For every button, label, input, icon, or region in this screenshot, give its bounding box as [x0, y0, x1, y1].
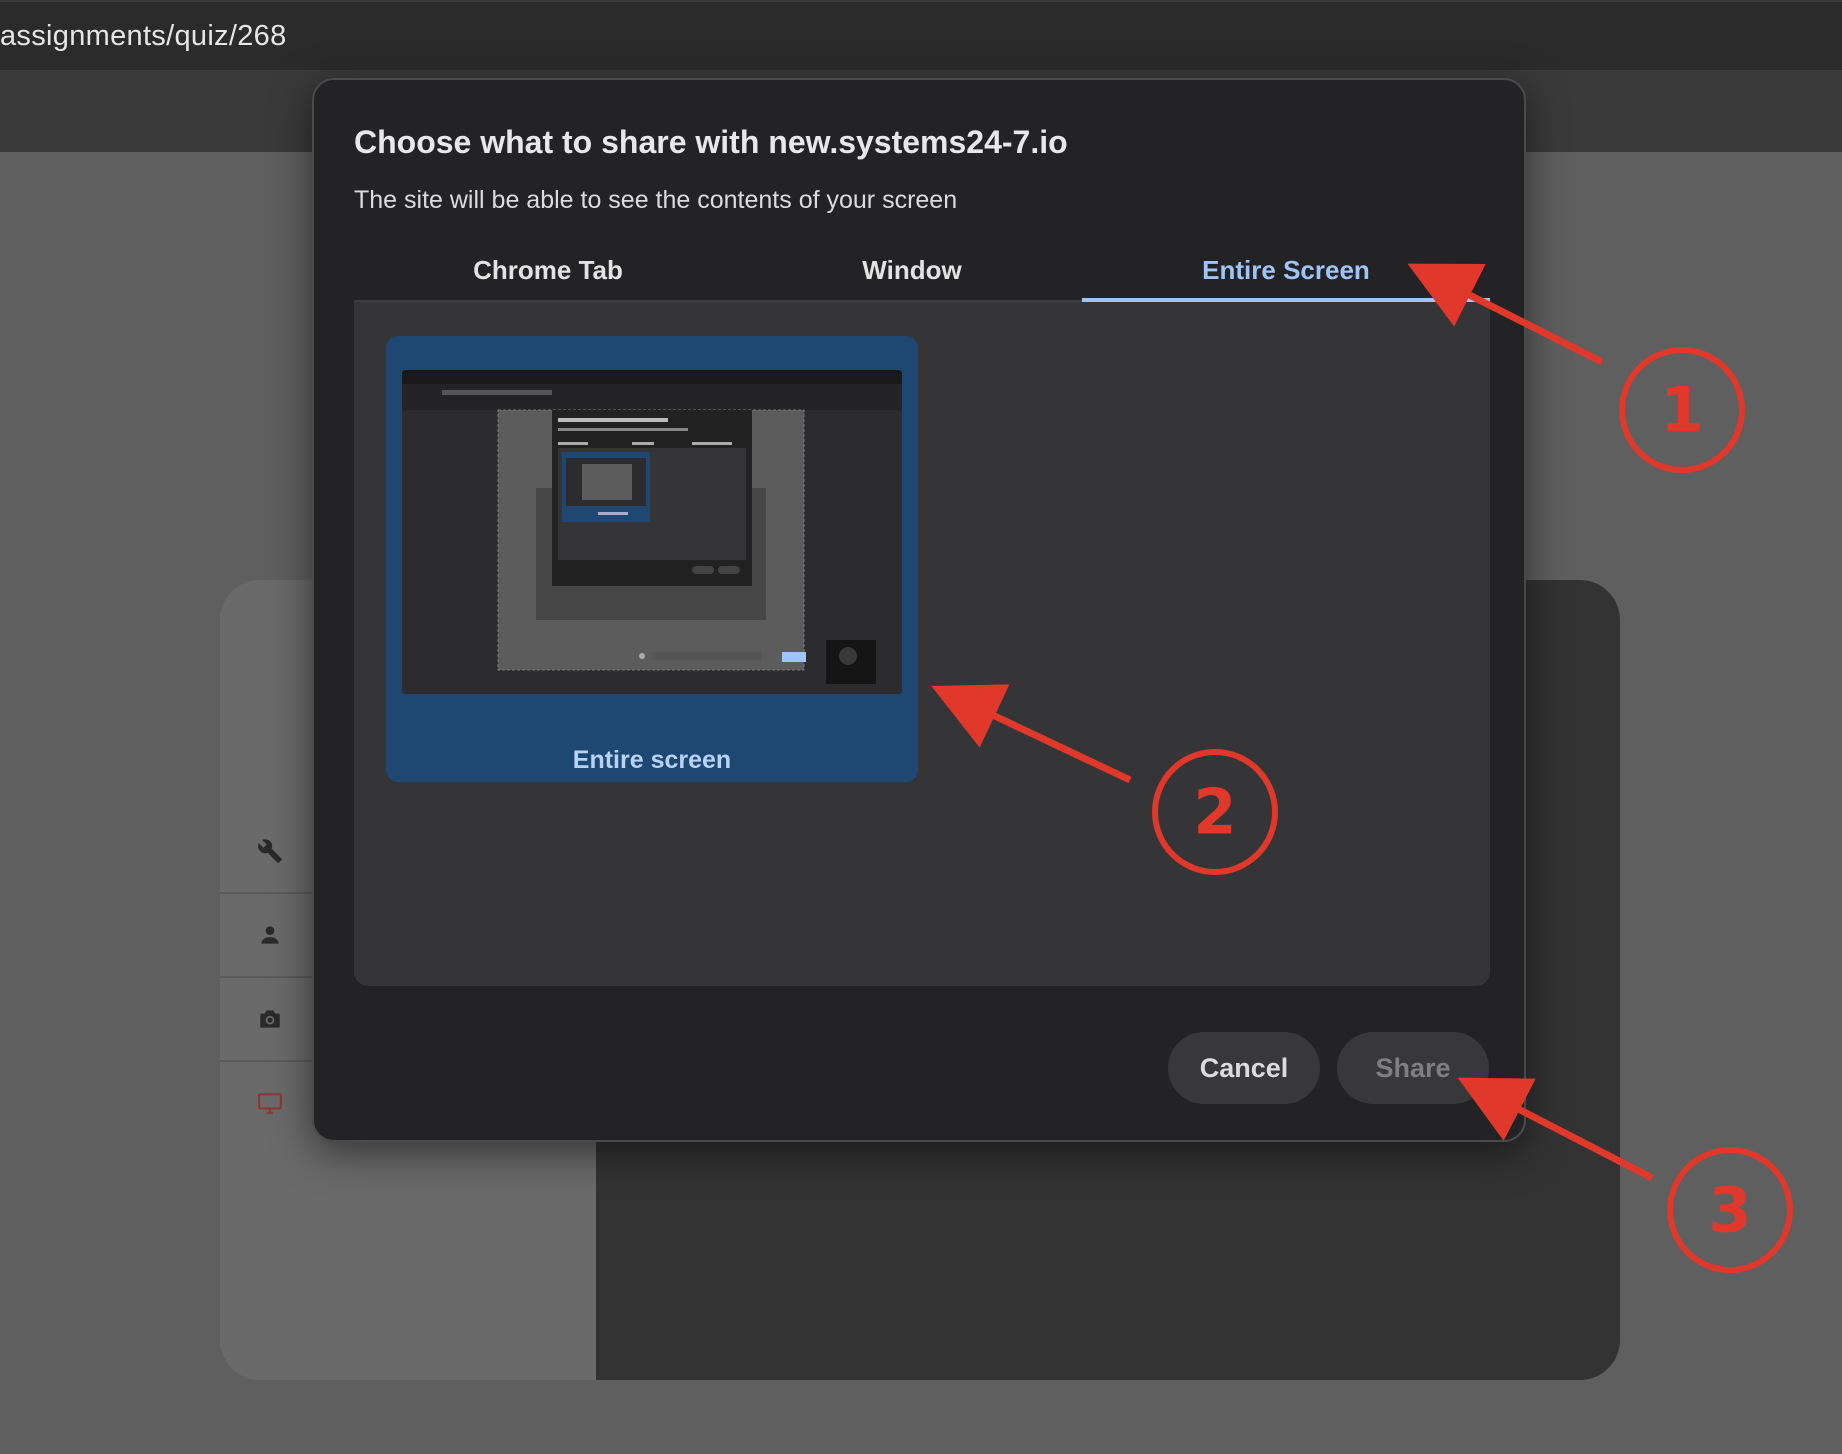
share-type-tabs: Chrome Tab Window Entire Screen [354, 240, 1490, 302]
share-screen-dialog: Choose what to share with new.systems24-… [312, 78, 1526, 1142]
sidebar-item-camera[interactable] [220, 978, 320, 1062]
tab-window[interactable]: Window [742, 240, 1082, 300]
camera-icon [260, 1010, 280, 1028]
monitor-icon [258, 1093, 282, 1114]
entire-screen-source-card[interactable]: Entire screen [386, 336, 918, 782]
annotation-number-3: 3 [1708, 1173, 1752, 1247]
source-list-panel: Entire screen [354, 302, 1490, 986]
source-label: Entire screen [572, 746, 732, 774]
sidebar-item-screen[interactable] [220, 1062, 320, 1144]
sidebar-item-tools[interactable] [220, 810, 320, 894]
tab-entire-screen[interactable]: Entire Screen [1082, 240, 1490, 302]
annotation-number-1: 1 [1660, 373, 1704, 447]
cancel-button[interactable]: Cancel [1168, 1032, 1320, 1104]
dialog-subtitle: The site will be able to see the content… [354, 186, 958, 214]
url-text: assignments/quiz/268 [0, 20, 287, 52]
dialog-title: Choose what to share with new.systems24-… [354, 124, 1068, 160]
screen-preview-image [402, 370, 902, 694]
wrench-icon [258, 839, 282, 863]
share-button[interactable]: Share [1337, 1032, 1489, 1104]
screen-preview-thumbnail [402, 370, 902, 694]
tab-chrome-tab[interactable]: Chrome Tab [354, 240, 742, 300]
person-icon [261, 926, 279, 944]
sidebar-item-profile[interactable] [220, 894, 320, 978]
annotation-number-2: 2 [1193, 775, 1237, 849]
address-bar[interactable]: assignments/quiz/268 [0, 0, 1842, 70]
